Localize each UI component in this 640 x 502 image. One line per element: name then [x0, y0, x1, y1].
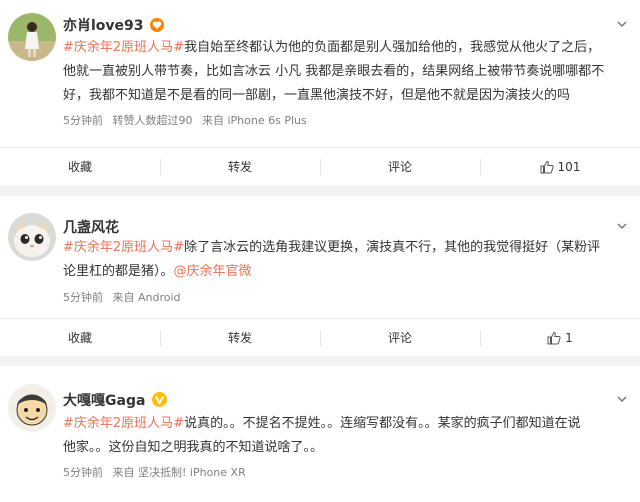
avatar[interactable] [8, 384, 56, 432]
avatar[interactable] [8, 13, 56, 61]
chevron-down-icon[interactable] [616, 18, 628, 30]
username[interactable]: 几盏风花 [63, 217, 119, 237]
favorite-button[interactable]: 收藏 [0, 148, 160, 185]
post-meta: 5分钟前 来自 坚决抵制! iPhone XR [63, 464, 252, 480]
thumbs-up-icon [547, 331, 561, 344]
verified-v-icon [152, 392, 168, 407]
repost-count-note: 转赞人数超过90 [112, 114, 193, 127]
post-meta: 5分钟前 转赞人数超过90 来自 iPhone 6s Plus [63, 112, 313, 128]
chevron-down-icon[interactable] [616, 220, 628, 232]
weibo-feed: 亦肖love93 #庆余年2原班人马#我自始至终都认为他的负面都是别人强加给他的… [0, 0, 640, 502]
like-button[interactable]: 1 [480, 319, 640, 356]
post-time[interactable]: 5分钟前 [63, 291, 103, 304]
topic-tag[interactable]: #庆余年2原班人马# [63, 240, 184, 255]
post-card: 几盏风花 #庆余年2原班人马#除了言冰云的选角我建议更换，演技真不行，其他的我觉… [0, 196, 640, 356]
post-card: 亦肖love93 #庆余年2原班人马#我自始至终都认为他的负面都是别人强加给他的… [0, 0, 640, 185]
post-time[interactable]: 5分钟前 [63, 466, 103, 479]
action-bar: 收藏 转发 评论 1 [0, 318, 640, 356]
post-text: #庆余年2原班人马#除了言冰云的选角我建议更换，演技真不行，其他的我觉得挺好（某… [63, 240, 601, 279]
username[interactable]: 亦肖love93 [63, 15, 165, 35]
repost-button[interactable]: 转发 [160, 148, 320, 185]
favorite-button[interactable]: 收藏 [0, 319, 160, 356]
topic-tag[interactable]: #庆余年2原班人马# [63, 416, 184, 431]
post-card: 大嘎嘎Gaga #庆余年2原班人马#说真的。。不提名不提姓。。连缩写都没有。。某… [0, 366, 640, 502]
topic-tag[interactable]: #庆余年2原班人马# [63, 40, 184, 55]
repost-button[interactable]: 转发 [160, 319, 320, 356]
comment-button[interactable]: 评论 [320, 319, 480, 356]
chevron-down-icon[interactable] [616, 393, 628, 405]
action-bar: 收藏 转发 评论 101 [0, 147, 640, 185]
like-button[interactable]: 101 [480, 148, 640, 185]
heart-badge-icon [150, 18, 165, 32]
mention-link[interactable]: @庆余年官微 [174, 264, 252, 279]
post-time[interactable]: 5分钟前 [63, 114, 103, 127]
thumbs-up-icon [540, 160, 554, 173]
username[interactable]: 大嘎嘎Gaga [63, 390, 168, 410]
post-text: #庆余年2原班人马#说真的。。不提名不提姓。。连缩写都没有。。某家的疯子们都知道… [63, 416, 581, 455]
post-text: #庆余年2原班人马#我自始至终都认为他的负面都是别人强加给他的，我感觉从他火了之… [63, 40, 605, 103]
post-source: 来自 Android [112, 291, 181, 304]
avatar[interactable] [8, 213, 56, 261]
comment-button[interactable]: 评论 [320, 148, 480, 185]
post-meta: 5分钟前 来自 Android [63, 289, 187, 305]
post-source: 来自 iPhone 6s Plus [202, 114, 307, 127]
post-source: 来自 坚决抵制! iPhone XR [112, 466, 246, 479]
